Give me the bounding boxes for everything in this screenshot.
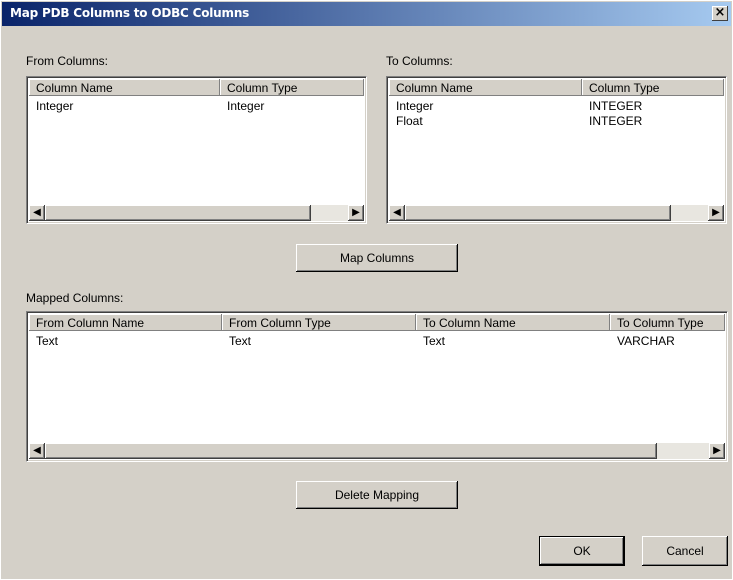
list-item[interactable]: Float INTEGER (389, 114, 724, 129)
column-header-from-column-type[interactable]: From Column Type (222, 314, 416, 331)
column-header-column-name[interactable]: Column Name (389, 79, 582, 96)
cell-column-type: INTEGER (589, 99, 643, 113)
cell-column-name: Float (396, 114, 423, 128)
column-header-column-type[interactable]: Column Type (220, 79, 364, 96)
mapped-columns-header: From Column Name From Column Type To Col… (29, 314, 725, 331)
scroll-thumb[interactable] (405, 205, 671, 221)
scroll-left-icon[interactable]: ◀ (29, 205, 45, 221)
cell-to-column-type: VARCHAR (617, 334, 675, 348)
cell-column-type: Integer (227, 99, 265, 113)
from-columns-header: Column Name Column Type (29, 79, 364, 96)
list-item[interactable]: Integer Integer (29, 99, 364, 114)
column-header-to-column-type[interactable]: To Column Type (610, 314, 725, 331)
title-bar[interactable]: Map PDB Columns to ODBC Columns × (2, 2, 731, 26)
column-header-column-name[interactable]: Column Name (29, 79, 220, 96)
cell-column-name: Integer (36, 99, 74, 113)
ok-button[interactable]: OK (539, 536, 625, 566)
scroll-left-icon[interactable]: ◀ (29, 443, 45, 459)
list-item[interactable]: Integer INTEGER (389, 99, 724, 114)
map-columns-button[interactable]: Map Columns (296, 244, 458, 272)
cell-column-type: INTEGER (589, 114, 643, 128)
mapped-columns-list[interactable]: From Column Name From Column Type To Col… (26, 311, 728, 462)
horizontal-scrollbar[interactable]: ◀ ▶ (389, 205, 724, 221)
cell-from-column-name: Text (36, 334, 59, 348)
to-columns-list[interactable]: Column Name Column Type Integer INTEGER … (386, 76, 727, 224)
scroll-right-icon[interactable]: ▶ (348, 205, 364, 221)
cell-to-column-name: Text (423, 334, 446, 348)
scroll-thumb[interactable] (45, 205, 311, 221)
from-columns-list[interactable]: Column Name Column Type Integer Integer … (26, 76, 367, 224)
table-row[interactable]: Text Text Text VARCHAR (29, 334, 725, 349)
column-header-column-type[interactable]: Column Type (582, 79, 724, 96)
cancel-button[interactable]: Cancel (642, 536, 728, 566)
dialog-title: Map PDB Columns to ODBC Columns (10, 6, 250, 20)
scroll-right-icon[interactable]: ▶ (708, 205, 724, 221)
horizontal-scrollbar[interactable]: ◀ ▶ (29, 443, 725, 459)
column-header-from-column-name[interactable]: From Column Name (29, 314, 222, 331)
scroll-thumb[interactable] (45, 443, 657, 459)
to-columns-header: Column Name Column Type (389, 79, 724, 96)
horizontal-scrollbar[interactable]: ◀ ▶ (29, 205, 364, 221)
delete-mapping-button[interactable]: Delete Mapping (296, 481, 458, 509)
cell-from-column-type: Text (229, 334, 252, 348)
from-columns-label: From Columns: (26, 54, 109, 68)
close-icon[interactable]: × (712, 6, 728, 21)
scroll-right-icon[interactable]: ▶ (709, 443, 725, 459)
mapped-columns-label: Mapped Columns: (26, 291, 124, 305)
to-columns-label: To Columns: (386, 54, 453, 68)
cell-column-name: Integer (396, 99, 434, 113)
map-columns-dialog: Map PDB Columns to ODBC Columns × From C… (0, 0, 733, 580)
column-header-to-column-name[interactable]: To Column Name (416, 314, 610, 331)
scroll-left-icon[interactable]: ◀ (389, 205, 405, 221)
